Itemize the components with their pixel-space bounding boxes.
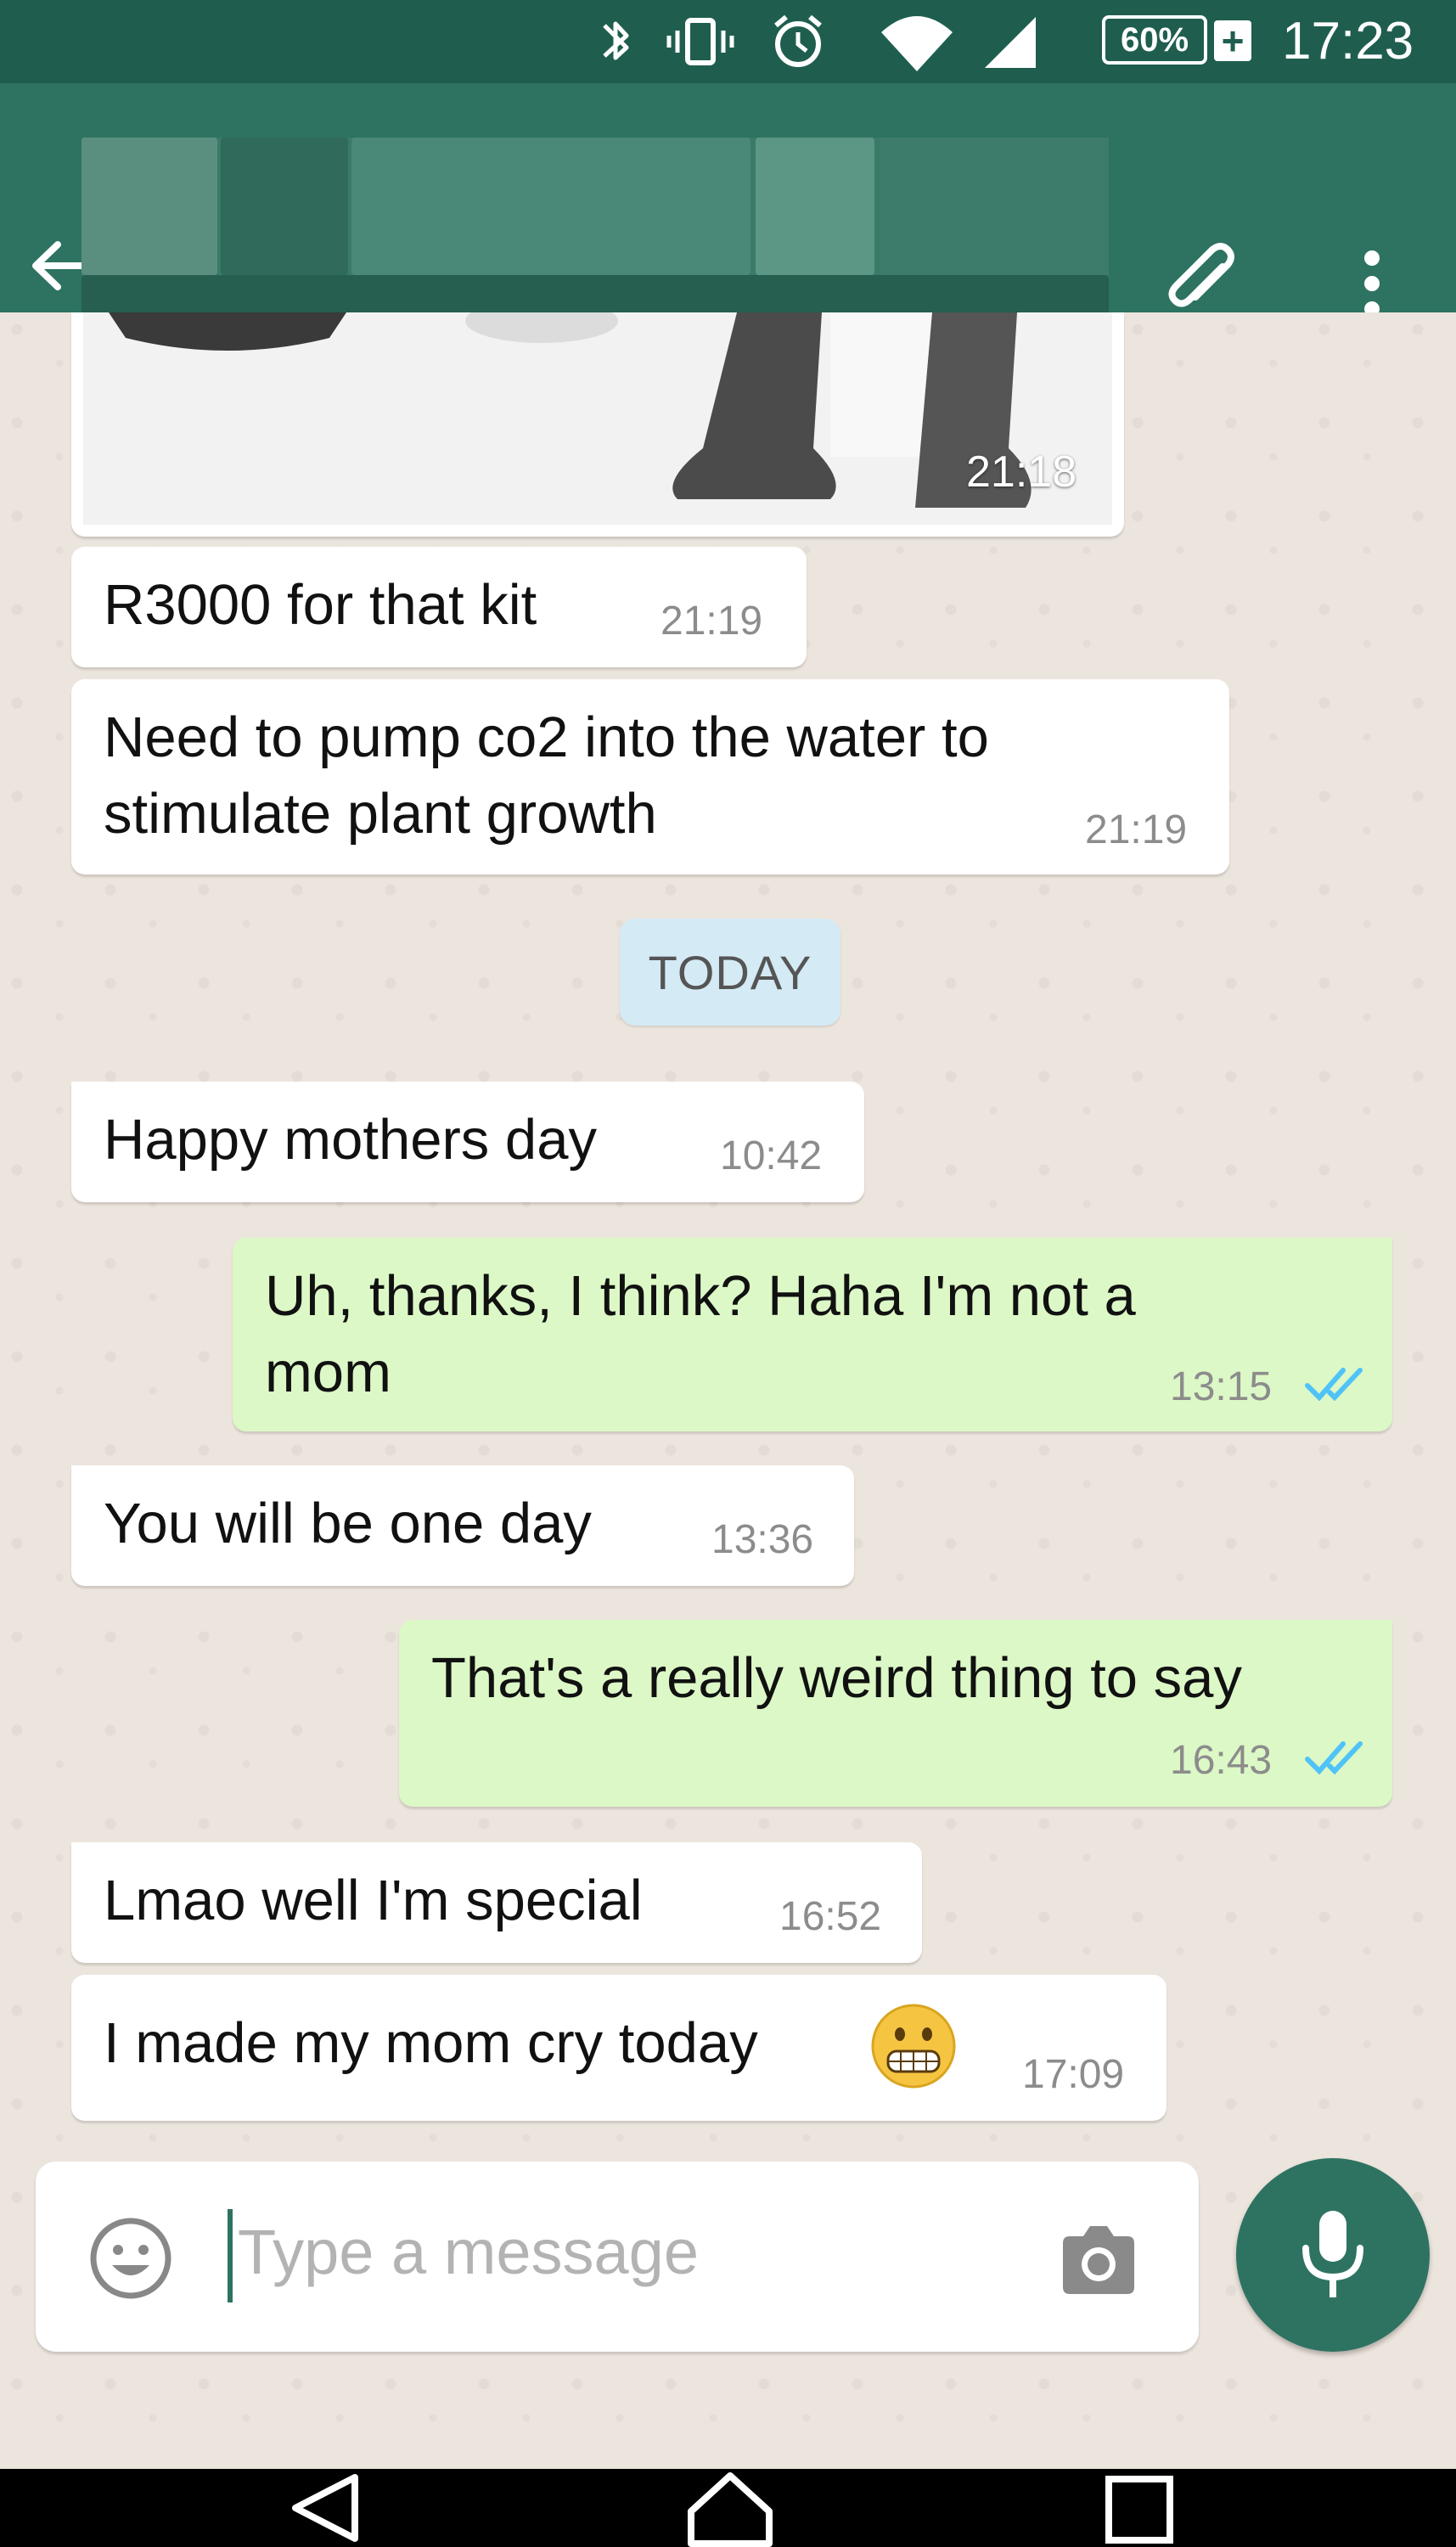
chat-header: [0, 83, 1456, 331]
status-bar: 60% + 17:23: [0, 0, 1456, 83]
incoming-message[interactable]: R3000 for that kit 21:19: [71, 547, 807, 667]
grimacing-face-icon: [871, 2004, 956, 2089]
message-composer[interactable]: Type a message: [36, 2162, 1199, 2352]
status-clock: 17:23: [1282, 12, 1414, 70]
read-receipt-icon: [1305, 1741, 1363, 1775]
incoming-message[interactable]: Need to pump co2 into the water to stimu…: [71, 679, 1229, 874]
camera-icon[interactable]: [1054, 2216, 1143, 2304]
redaction-block: [756, 138, 874, 275]
redaction-block: [82, 138, 217, 275]
message-time: 13:15: [1170, 1364, 1273, 1409]
message-time: 13:36: [711, 1517, 814, 1562]
mic-icon: [1302, 2211, 1363, 2297]
battery-indicator: 60%: [1102, 15, 1207, 65]
redaction-block: [880, 138, 1109, 275]
battery-charging-icon: +: [1214, 19, 1251, 63]
date-divider: TODAY: [620, 919, 840, 1026]
outgoing-message[interactable]: That's a really weird thing to say 16:43: [399, 1620, 1392, 1807]
message-text: Uh, thanks, I think? Haha I'm not a mom: [265, 1264, 1136, 1404]
image-message[interactable]: 21:18: [71, 312, 1124, 537]
nav-recents-icon[interactable]: [1088, 2469, 1190, 2547]
incoming-message[interactable]: You will be one day 13:36: [71, 1465, 854, 1586]
outgoing-message[interactable]: Uh, thanks, I think? Haha I'm not a mom …: [233, 1238, 1392, 1431]
text-cursor: [228, 2209, 233, 2302]
incoming-message[interactable]: Happy mothers day 10:42: [71, 1082, 864, 1202]
message-time: 21:19: [661, 599, 763, 644]
message-text: I made my mom cry today: [104, 2011, 758, 2075]
mic-button[interactable]: [1236, 2158, 1430, 2352]
message-time: 16:43: [1170, 1738, 1273, 1783]
message-text: Need to pump co2 into the water to stimu…: [104, 706, 989, 846]
system-navigation-bar: [0, 2469, 1456, 2547]
product-photo: [83, 312, 1112, 525]
shared-image[interactable]: [83, 312, 1112, 525]
message-text: R3000 for that kit: [104, 573, 537, 637]
vibrate-icon: [666, 18, 734, 65]
nav-back-icon[interactable]: [277, 2469, 379, 2547]
nav-home-icon[interactable]: [679, 2469, 781, 2547]
read-receipt-icon: [1305, 1368, 1363, 1402]
wifi-icon: [881, 16, 953, 71]
signal-icon: [985, 17, 1036, 68]
redaction-block: [351, 138, 750, 275]
message-time: 16:52: [779, 1894, 882, 1939]
redaction-block: [221, 138, 348, 275]
message-text: Happy mothers day: [104, 1108, 597, 1172]
message-time: 10:42: [720, 1133, 823, 1178]
message-text: You will be one day: [104, 1492, 592, 1555]
alarm-icon: [774, 14, 822, 67]
message-time: 21:18: [966, 447, 1077, 497]
message-text: That's a really weird thing to say: [431, 1646, 1242, 1710]
message-time: 17:09: [1022, 2052, 1125, 2097]
message-input[interactable]: Type a message: [238, 2216, 699, 2288]
incoming-message[interactable]: Lmao well I'm special 16:52: [71, 1842, 922, 1963]
message-time: 21:19: [1085, 807, 1188, 852]
incoming-message[interactable]: I made my mom cry today 17:09: [71, 1975, 1166, 2121]
message-text: Lmao well I'm special: [104, 1869, 643, 1932]
bluetooth-icon: [603, 21, 629, 60]
smiley-icon[interactable]: [87, 2214, 175, 2302]
